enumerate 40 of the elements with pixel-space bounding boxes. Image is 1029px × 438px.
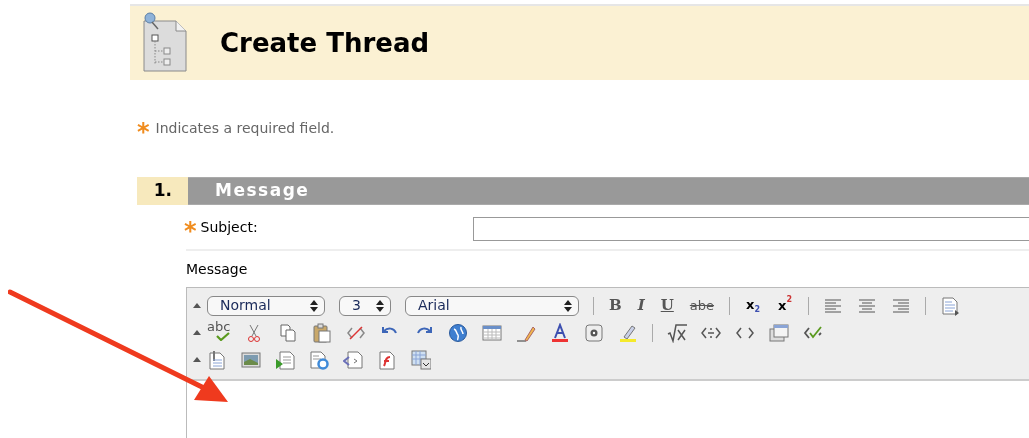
required-mark: * — [184, 219, 197, 243]
spellcheck-button[interactable]: abc — [207, 319, 231, 342]
format-button[interactable]: I — [636, 294, 646, 317]
grid-dropdown-icon[interactable] — [411, 349, 431, 370]
required-note: Indicates a required field. — [155, 118, 335, 138]
square-root-icon[interactable] — [667, 322, 688, 343]
copy-icon[interactable] — [278, 322, 299, 343]
dropdown[interactable]: 3 — [339, 295, 391, 316]
media-icon[interactable] — [584, 322, 605, 343]
format-button[interactable]: abe — [688, 295, 716, 316]
section-title: Message — [215, 179, 310, 203]
text-color-icon[interactable] — [550, 322, 571, 343]
section-number: 1. — [153, 179, 172, 203]
page-title: Create Thread — [220, 26, 430, 60]
updown-icon — [564, 299, 572, 312]
dropdown[interactable]: Normal — [207, 295, 325, 316]
dropdown[interactable]: Arial — [405, 295, 579, 316]
field-label: Message — [186, 259, 248, 279]
field-label: Subject: — [200, 217, 258, 237]
collapse-icon[interactable] — [193, 357, 201, 362]
window-icon[interactable] — [769, 322, 790, 343]
subject-field[interactable] — [473, 217, 1029, 241]
table-icon[interactable] — [482, 322, 503, 343]
video-document-icon[interactable] — [275, 349, 295, 370]
document-q-icon[interactable] — [309, 349, 329, 370]
required-mark: * — [137, 120, 150, 144]
document-code-icon[interactable] — [343, 349, 363, 370]
paste-icon[interactable] — [312, 322, 333, 343]
document-icon[interactable] — [939, 295, 960, 316]
format-button[interactable]: U — [659, 294, 675, 317]
collapse-icon[interactable] — [193, 330, 201, 335]
updown-icon — [310, 299, 318, 312]
globe-icon[interactable] — [448, 322, 469, 343]
image-icon[interactable] — [241, 349, 261, 370]
document-clip-icon[interactable] — [207, 349, 227, 370]
format-button[interactable]: B — [608, 294, 623, 317]
collapse-icon[interactable] — [193, 303, 201, 308]
updown-icon — [376, 299, 384, 312]
document-flash-icon[interactable] — [377, 349, 397, 370]
check-icon — [215, 331, 230, 341]
